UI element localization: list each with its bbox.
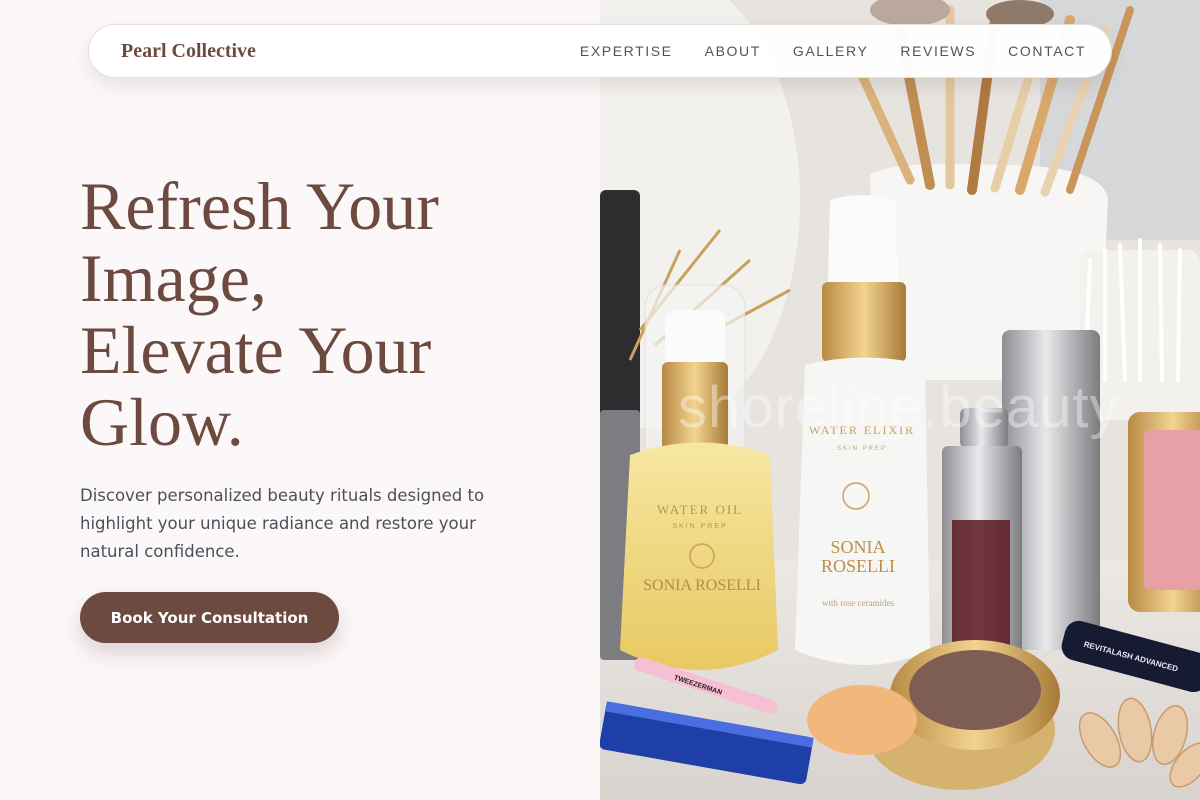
elixir-desc-label: with rose ceramides	[822, 598, 894, 608]
nav-link-expertise[interactable]: EXPERTISE	[580, 43, 673, 59]
elixir-brand-label-1: SONIA	[830, 537, 885, 557]
elixir-brand-label-2: ROSELLI	[821, 556, 895, 576]
hero-title-line: Refresh Your	[80, 168, 439, 244]
hero-title: Refresh Your Image, Elevate Your Glow.	[80, 170, 580, 458]
elixir-sub-label: SKIN PREP	[837, 446, 887, 452]
hero-title-line: Elevate Your	[80, 312, 432, 388]
book-consultation-button[interactable]: Book Your Consultation	[80, 592, 339, 643]
photo-watermark: shoreline.beauty	[678, 375, 1120, 440]
nav-links: EXPERTISE ABOUT GALLERY REVIEWS CONTACT	[580, 43, 1086, 59]
hero-title-line: Glow.	[80, 384, 244, 460]
hero-title-line: Image,	[80, 240, 267, 316]
nav-link-gallery[interactable]: GALLERY	[793, 43, 869, 59]
hero-description: Discover personalized beauty rituals des…	[80, 486, 485, 561]
top-navigation-bar: Pearl Collective EXPERTISE ABOUT GALLERY…	[88, 24, 1112, 78]
brand-logo[interactable]: Pearl Collective	[121, 40, 256, 63]
oil-bottle-name-label: WATER OIL	[657, 502, 743, 517]
nav-link-contact[interactable]: CONTACT	[1008, 43, 1086, 59]
oil-bottle-brand-label: SONIA ROSELLI	[643, 577, 761, 594]
nav-link-reviews[interactable]: REVIEWS	[900, 43, 976, 59]
hero-photo: WATER OIL SKIN PREP SONIA ROSELLI WATER …	[600, 0, 1200, 800]
oil-bottle-sub-label: SKIN PREP	[672, 523, 727, 530]
nav-link-about[interactable]: ABOUT	[705, 43, 761, 59]
